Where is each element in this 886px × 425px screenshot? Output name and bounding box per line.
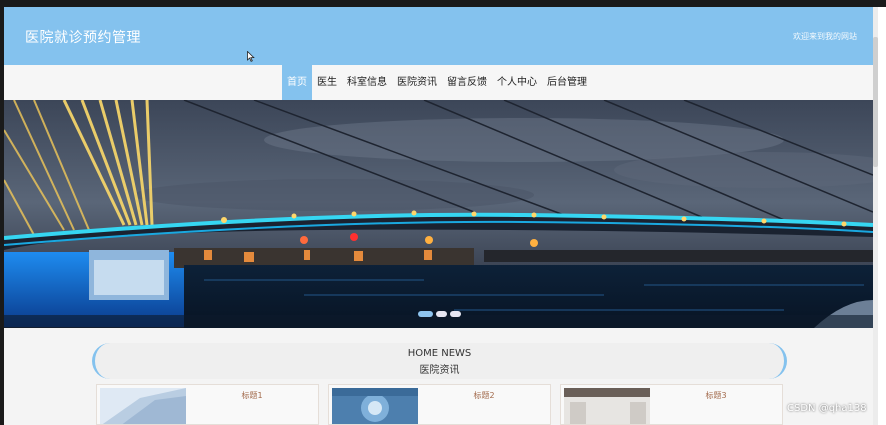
news-heading-cn: 医院资讯 bbox=[419, 365, 460, 376]
page-scrollbar[interactable] bbox=[873, 7, 878, 425]
nav-item-doctors[interactable]: 医生 bbox=[312, 65, 342, 100]
carousel-dot-3[interactable] bbox=[450, 311, 461, 317]
carousel-dot-1[interactable] bbox=[418, 311, 433, 317]
news-card-title: 标题3 bbox=[705, 391, 727, 400]
welcome-text: 欢迎来到我的网站 bbox=[793, 32, 857, 41]
carousel-indicators bbox=[418, 311, 461, 317]
banner-image-bridge-night bbox=[4, 100, 873, 328]
news-card-image bbox=[100, 388, 186, 424]
news-card-image bbox=[332, 388, 418, 424]
nav-item-home[interactable]: 首页 bbox=[282, 65, 312, 100]
news-card[interactable]: 标题3 bbox=[560, 384, 783, 425]
news-card-title: 标题2 bbox=[473, 391, 495, 400]
nav-item-departments[interactable]: 科室信息 bbox=[342, 65, 392, 100]
nav-item-hospital-news[interactable]: 医院资讯 bbox=[392, 65, 442, 100]
news-card[interactable]: 标题2 bbox=[328, 384, 551, 425]
site-title: 医院就诊预约管理 bbox=[25, 30, 141, 46]
nav-item-feedback[interactable]: 留言反馈 bbox=[442, 65, 492, 100]
news-card[interactable]: 标题1 bbox=[96, 384, 319, 425]
page: 医院就诊预约管理 欢迎来到我的网站 首页 医生 科室信息 医院资讯 留言反馈 个… bbox=[4, 7, 873, 425]
banner-carousel[interactable] bbox=[4, 100, 873, 328]
nav-item-user-center[interactable]: 个人中心 bbox=[492, 65, 542, 100]
news-section-heading: HOME NEWS 医院资讯 bbox=[92, 343, 787, 379]
nav-item-admin[interactable]: 后台管理 bbox=[542, 65, 592, 100]
window-frame-top bbox=[0, 0, 886, 7]
carousel-dot-2[interactable] bbox=[436, 311, 447, 317]
news-card-image bbox=[564, 388, 650, 424]
news-card-title: 标题1 bbox=[241, 391, 263, 400]
site-header: 医院就诊预约管理 欢迎来到我的网站 bbox=[4, 7, 873, 65]
nav-bar: 首页 医生 科室信息 医院资讯 留言反馈 个人中心 后台管理 bbox=[4, 65, 873, 100]
csdn-watermark: CSDN @qha138 bbox=[787, 403, 867, 414]
main-nav: 首页 医生 科室信息 医院资讯 留言反馈 个人中心 后台管理 bbox=[282, 65, 592, 100]
scrollbar-thumb[interactable] bbox=[873, 37, 878, 167]
mouse-cursor-icon bbox=[247, 51, 255, 62]
news-heading-en: HOME NEWS bbox=[407, 348, 472, 359]
